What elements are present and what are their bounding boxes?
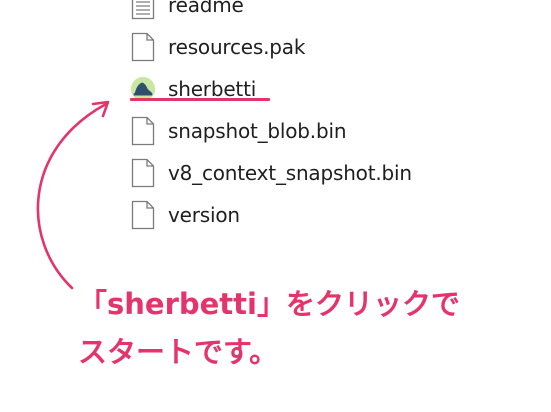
file-row-v8-context-snapshot[interactable]: v8_context_snapshot.bin — [130, 152, 412, 194]
text-file-icon — [130, 0, 156, 20]
file-name: resources.pak — [168, 35, 306, 59]
file-row-resources-pak[interactable]: resources.pak — [130, 26, 412, 68]
file-row-sherbetti[interactable]: sherbetti — [130, 68, 412, 110]
file-name: readme — [168, 0, 244, 17]
caption-line-1: 「sherbetti」をクリックで — [78, 287, 460, 321]
file-icon — [130, 200, 156, 230]
screenshot-stage: readme resources.pak sherbetti snapshot_… — [0, 0, 551, 412]
file-icon — [130, 116, 156, 146]
file-icon — [130, 32, 156, 62]
file-row-readme[interactable]: readme — [130, 0, 412, 26]
file-row-snapshot-blob[interactable]: snapshot_blob.bin — [130, 110, 412, 152]
file-name: v8_context_snapshot.bin — [168, 161, 412, 185]
caption-line-2: スタートです。 — [78, 335, 279, 369]
instruction-caption: 「sherbetti」をクリックで スタートです。 — [78, 280, 460, 376]
file-name: snapshot_blob.bin — [168, 119, 347, 143]
file-name: version — [168, 203, 240, 227]
file-icon — [130, 158, 156, 188]
file-row-version[interactable]: version — [130, 194, 412, 236]
highlight-underline — [130, 98, 270, 101]
file-list: readme resources.pak sherbetti snapshot_… — [130, 0, 412, 236]
